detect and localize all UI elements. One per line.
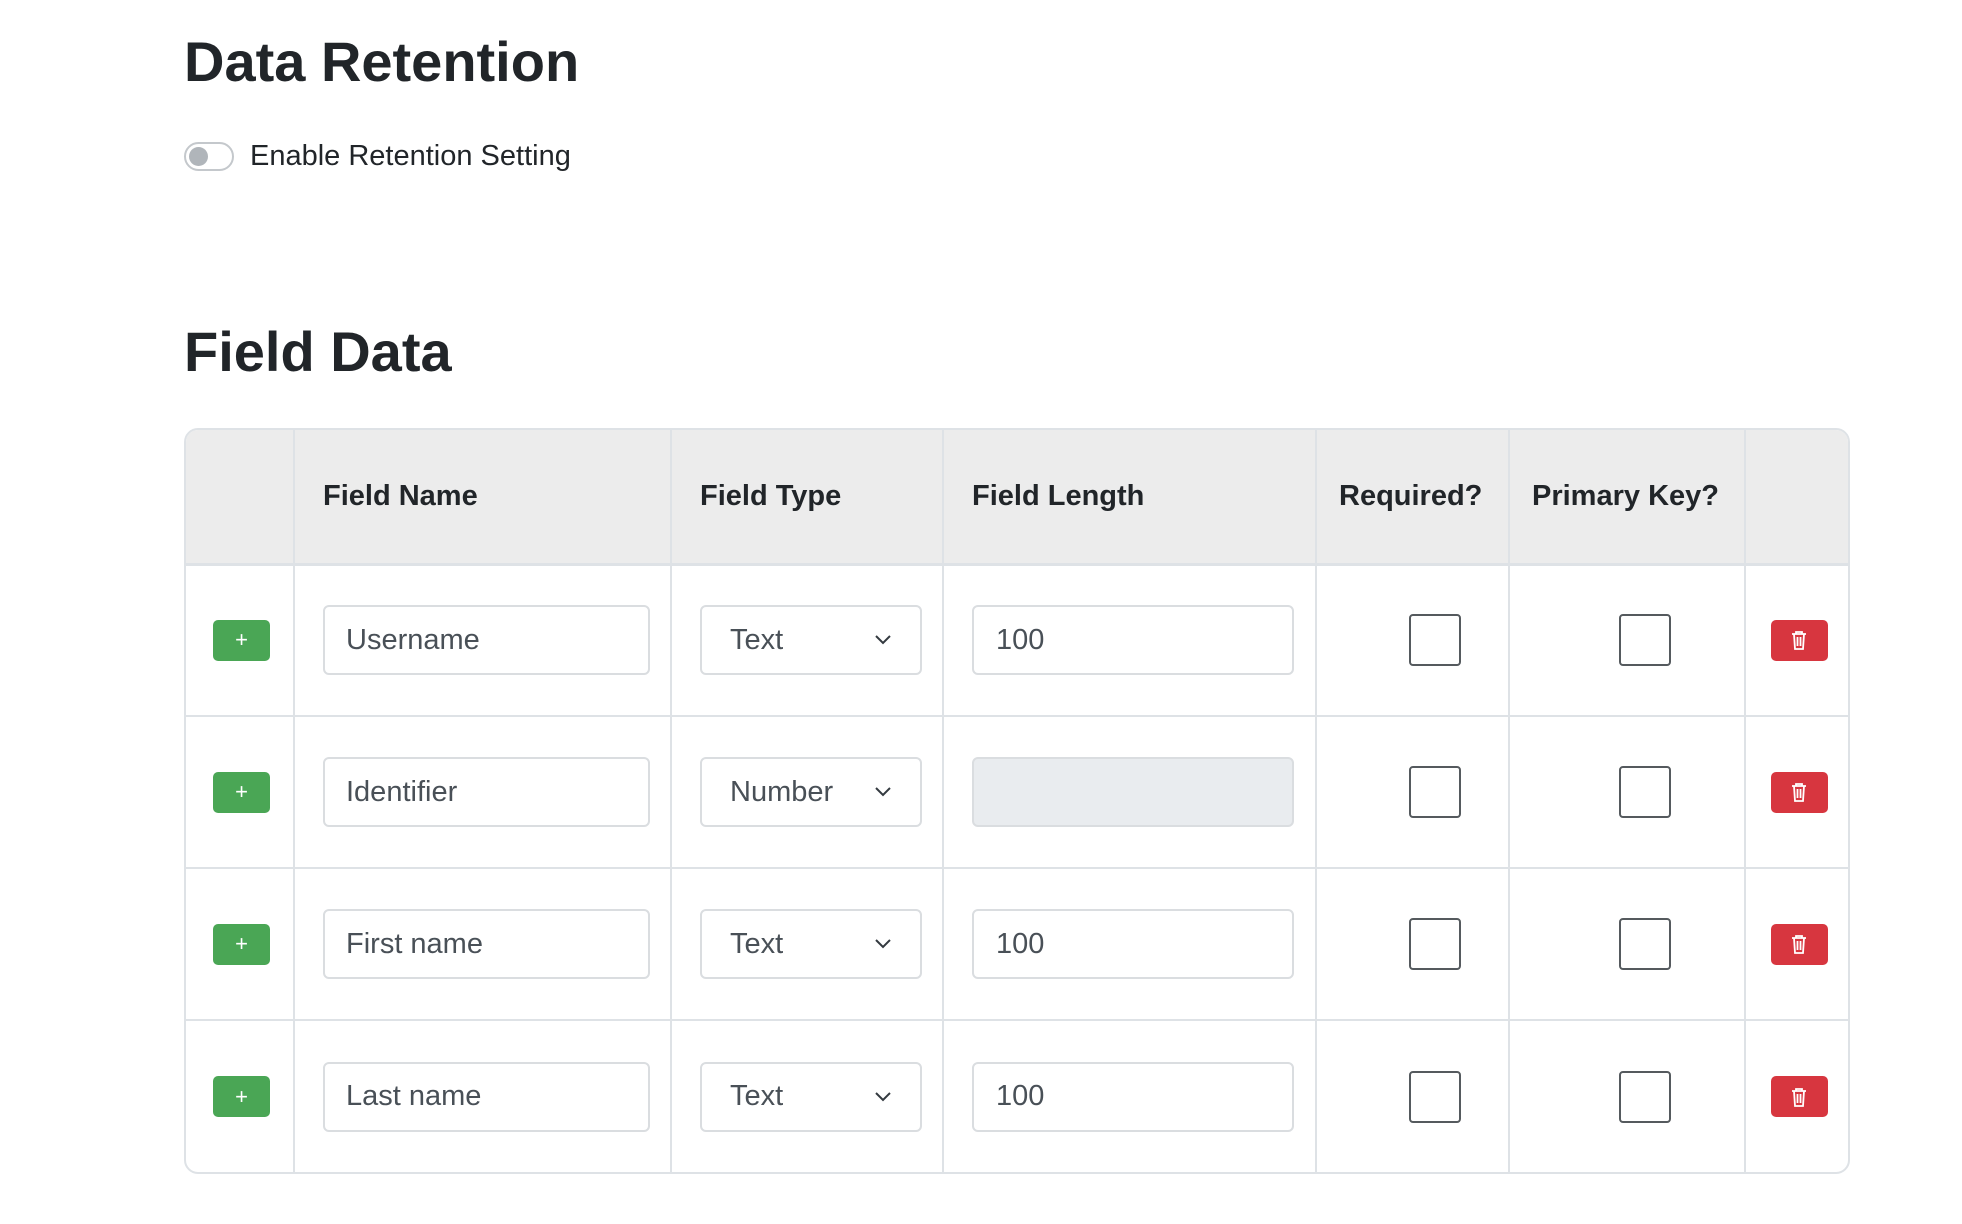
trash-icon [1792, 935, 1806, 954]
primary-key-cell [1509, 868, 1746, 1021]
trash-icon [1792, 631, 1806, 651]
table-header-row: Field Name Field Type Field Length Requi… [186, 430, 1848, 566]
field-name-cell: Last name [294, 1020, 672, 1172]
field-type-value: Text [730, 1080, 784, 1112]
field-type-cell: Text [671, 564, 944, 717]
table-row: + Username Text 100 [186, 564, 1848, 717]
field-type-select[interactable]: Text [700, 909, 922, 979]
field-name-input[interactable]: Username [323, 605, 650, 676]
add-cell: + [186, 1020, 295, 1172]
delete-cell [1745, 1020, 1848, 1172]
field-type-cell: Number [671, 716, 944, 869]
primary-key-checkbox[interactable] [1618, 1070, 1671, 1123]
add-cell: + [186, 716, 295, 869]
field-type-cell: Text [671, 868, 944, 1021]
page: Data Retention Enable Retention Setting … [0, 0, 1962, 1224]
primary-key-cell [1509, 716, 1746, 869]
field-type-value: Text [730, 623, 784, 656]
chevron-down-icon [875, 1091, 891, 1101]
field-name-input[interactable]: Last name [323, 1061, 650, 1132]
primary-key-checkbox[interactable] [1618, 614, 1671, 667]
field-length-cell: 100 [943, 564, 1317, 717]
plus-icon: + [235, 1083, 248, 1109]
header-delete [1745, 430, 1848, 566]
header-add [186, 430, 295, 566]
chevron-down-icon [875, 787, 891, 797]
plus-icon: + [235, 779, 248, 804]
data-retention-title: Data Retention [184, 30, 580, 93]
required-cell [1316, 716, 1510, 869]
header-field-length: Field Length [943, 430, 1317, 566]
delete-cell [1745, 716, 1848, 869]
header-field-type: Field Type [671, 430, 944, 566]
retention-toggle[interactable] [184, 142, 234, 171]
header-primary-key: Primary Key? [1509, 430, 1746, 566]
field-type-select[interactable]: Text [700, 605, 922, 676]
field-type-cell: Text [671, 1020, 944, 1172]
delete-row-button[interactable] [1770, 771, 1828, 813]
add-row-button[interactable]: + [213, 923, 270, 965]
required-cell [1316, 868, 1510, 1021]
trash-icon [1792, 783, 1806, 802]
required-checkbox[interactable] [1409, 1070, 1461, 1123]
add-row-button[interactable]: + [213, 771, 270, 813]
delete-cell [1745, 564, 1848, 717]
table-row: + First name Text 100 [186, 868, 1848, 1021]
add-cell: + [186, 868, 295, 1021]
field-data-title: Field Data [184, 320, 452, 383]
header-required: Required? [1316, 430, 1510, 566]
field-length-cell: 100 [943, 1020, 1317, 1172]
trash-icon [1792, 1087, 1806, 1107]
required-cell [1316, 1020, 1510, 1172]
field-length-input[interactable]: 100 [972, 1061, 1294, 1132]
field-name-input[interactable]: Identifier [323, 757, 650, 827]
field-type-value: Text [730, 927, 784, 960]
field-length-input[interactable]: 100 [972, 909, 1294, 979]
header-field-name: Field Name [294, 430, 672, 566]
field-name-input[interactable]: First name [323, 909, 650, 979]
field-type-value: Number [730, 775, 834, 808]
toggle-knob [189, 147, 208, 166]
field-length-cell: 100 [943, 868, 1317, 1021]
retention-toggle-label[interactable]: Enable Retention Setting [250, 140, 571, 173]
field-type-select[interactable]: Number [700, 757, 922, 827]
add-cell: + [186, 564, 295, 717]
delete-row-button[interactable] [1770, 619, 1828, 661]
chevron-down-icon [875, 635, 891, 645]
plus-icon: + [235, 931, 248, 956]
field-type-select[interactable]: Text [700, 1061, 922, 1132]
delete-row-button[interactable] [1770, 923, 1828, 965]
required-checkbox[interactable] [1409, 766, 1461, 818]
add-row-button[interactable]: + [213, 619, 270, 661]
primary-key-cell [1509, 1020, 1746, 1172]
delete-cell [1745, 868, 1848, 1021]
primary-key-checkbox[interactable] [1618, 766, 1671, 818]
field-data-table: Field Name Field Type Field Length Requi… [184, 428, 1850, 1174]
field-length-input-disabled [972, 757, 1294, 827]
table-row: + Identifier Number [186, 716, 1848, 869]
field-name-cell: First name [294, 868, 672, 1021]
required-cell [1316, 564, 1510, 717]
chevron-down-icon [875, 939, 891, 949]
table-row: + Last name Text 100 [186, 1020, 1848, 1172]
plus-icon: + [235, 627, 248, 653]
primary-key-cell [1509, 564, 1746, 717]
field-name-cell: Identifier [294, 716, 672, 869]
retention-toggle-row: Enable Retention Setting [184, 140, 571, 173]
field-length-input[interactable]: 100 [972, 605, 1294, 676]
delete-row-button[interactable] [1770, 1076, 1828, 1117]
field-length-cell [943, 716, 1317, 869]
primary-key-checkbox[interactable] [1618, 918, 1671, 970]
add-row-button[interactable]: + [213, 1076, 270, 1117]
required-checkbox[interactable] [1409, 918, 1461, 970]
required-checkbox[interactable] [1409, 614, 1461, 667]
field-name-cell: Username [294, 564, 672, 717]
